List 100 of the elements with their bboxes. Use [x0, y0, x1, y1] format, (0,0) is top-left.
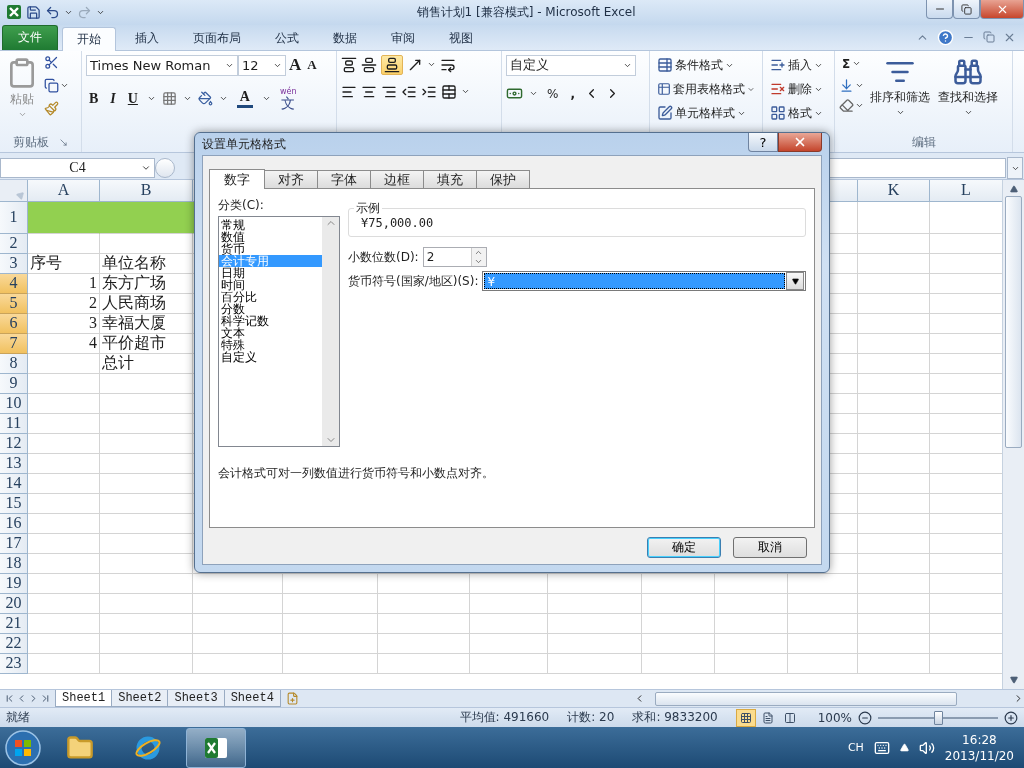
sheet-tab[interactable]: Sheet1 — [55, 690, 113, 708]
row-header[interactable]: 8 — [0, 353, 28, 374]
find-select-button[interactable]: 查找和选择 — [936, 54, 1001, 133]
row-header[interactable]: 7 — [0, 333, 28, 354]
row-header[interactable]: 21 — [0, 613, 28, 634]
column-header[interactable]: K — [858, 179, 930, 202]
align-middle-icon[interactable] — [361, 56, 377, 73]
sort-filter-button[interactable]: 排序和筛选 — [868, 54, 933, 133]
cells-button[interactable]: 插入 — [767, 54, 830, 76]
cells-button[interactable]: 格式 — [767, 102, 830, 124]
category-item[interactable]: 科学记数 — [219, 315, 322, 327]
zoom-in-icon[interactable] — [1004, 710, 1018, 725]
cells-button[interactable]: 删除 — [767, 78, 830, 100]
category-item[interactable]: 百分比 — [219, 291, 322, 303]
scroll-down-icon[interactable] — [1009, 676, 1018, 685]
row-header[interactable]: 14 — [0, 473, 28, 494]
eraser-icon[interactable] — [839, 97, 854, 113]
dialog-tab[interactable]: 字体 — [317, 170, 371, 188]
language-indicator[interactable]: CH — [847, 741, 864, 755]
number-format-field[interactable]: 自定义 — [506, 54, 636, 76]
speaker-icon[interactable] — [918, 739, 935, 756]
row-header[interactable]: 15 — [0, 493, 28, 514]
view-button[interactable] — [735, 708, 756, 727]
row-header[interactable]: 22 — [0, 633, 28, 654]
close-button[interactable] — [980, 0, 1024, 19]
dialog-tab[interactable]: 保护 — [476, 170, 530, 188]
name-box[interactable]: C4 — [0, 158, 155, 179]
copy-icon[interactable] — [44, 77, 59, 93]
row-header[interactable]: 4 — [0, 273, 28, 294]
dialog-tab[interactable]: 数字 — [209, 169, 265, 189]
dialog-tab[interactable]: 对齐 — [264, 170, 318, 188]
dropdown-button[interactable] — [786, 272, 804, 290]
scroll-thumb[interactable] — [655, 691, 957, 706]
ribbon-tab[interactable]: 视图 — [434, 25, 488, 50]
autosum-button[interactable]: Σ — [839, 54, 865, 73]
row-header[interactable]: 6 — [0, 313, 28, 334]
scroll-thumb[interactable] — [1005, 195, 1022, 448]
comma-button[interactable]: , — [567, 84, 578, 103]
formula-field[interactable] — [828, 158, 1006, 179]
align-top-icon[interactable] — [341, 56, 357, 73]
scroll-up-icon[interactable] — [1009, 184, 1018, 193]
decimals-field[interactable]: 2 — [422, 247, 487, 267]
category-item[interactable]: 自定义 — [219, 351, 322, 363]
new-sheet-icon[interactable] — [285, 692, 299, 706]
row-header[interactable]: 12 — [0, 433, 28, 454]
scissors-icon[interactable] — [44, 54, 59, 70]
style-button[interactable]: 条件格式 — [654, 54, 758, 76]
sheet-tab[interactable]: Sheet2 — [111, 690, 169, 708]
ribbon-tab[interactable]: 审阅 — [376, 25, 430, 50]
row-header[interactable]: 9 — [0, 373, 28, 394]
fill-down-icon[interactable] — [839, 77, 854, 93]
percent-button[interactable]: % — [544, 84, 562, 103]
taskbar-button[interactable] — [186, 727, 246, 768]
paint-bucket-icon[interactable] — [197, 91, 213, 107]
merge-cells-icon[interactable] — [441, 83, 457, 100]
clock[interactable]: 16:28 2013/11/20 — [944, 731, 1014, 764]
font-name-field[interactable]: Times New Roman — [86, 54, 238, 76]
category-item[interactable]: 日期 — [219, 267, 322, 279]
help-icon[interactable] — [937, 28, 954, 46]
category-item[interactable]: 货币 — [219, 243, 322, 255]
zoom-thumb[interactable] — [934, 710, 943, 725]
row-header[interactable]: 17 — [0, 533, 28, 554]
row-header[interactable]: 16 — [0, 513, 28, 534]
cancel-button[interactable]: 取消 — [733, 537, 807, 558]
save-icon[interactable] — [26, 4, 41, 20]
italic-button[interactable]: I — [107, 88, 119, 109]
ribbon-tab[interactable]: 插入 — [120, 25, 174, 50]
row-header[interactable]: 19 — [0, 573, 28, 594]
shrink-font-button[interactable]: A — [304, 55, 320, 76]
row-header[interactable]: 20 — [0, 593, 28, 614]
category-item[interactable]: 特殊 — [219, 339, 322, 351]
row-header[interactable]: 1 — [0, 201, 28, 234]
underline-button[interactable]: U — [124, 88, 141, 109]
category-list[interactable]: 常规 数值 货币 会计专用 日期 时间 百分比 分数 科学记数 文本 特殊 自定义 — [218, 216, 340, 447]
row-header[interactable]: 11 — [0, 413, 28, 434]
category-item[interactable]: 数值 — [219, 231, 322, 243]
ribbon-tab[interactable]: 开始 — [62, 26, 116, 51]
dialog-tab[interactable]: 边框 — [370, 170, 424, 188]
restore-button[interactable] — [953, 0, 980, 19]
grid-icon[interactable] — [161, 91, 177, 107]
phonetic-button[interactable]: wén 文 — [276, 84, 300, 113]
ribbon-tab[interactable]: 公式 — [260, 25, 314, 50]
start-button[interactable] — [4, 728, 42, 767]
ribbon-tab[interactable]: 页面布局 — [178, 25, 256, 50]
grow-font-button[interactable]: A — [286, 55, 305, 76]
row-header[interactable]: 13 — [0, 453, 28, 474]
column-header[interactable]: L — [930, 179, 1002, 202]
row-header[interactable]: 2 — [0, 233, 28, 254]
close-button[interactable] — [778, 133, 822, 152]
category-item[interactable]: 分数 — [219, 303, 322, 315]
minimize-button[interactable] — [926, 0, 953, 19]
font-size-field[interactable]: 12 — [238, 54, 286, 76]
align-bottom-button[interactable] — [381, 54, 403, 75]
font-color-button[interactable]: A — [233, 87, 256, 111]
row-header[interactable]: 18 — [0, 553, 28, 574]
first-sheet-icon[interactable] — [4, 693, 15, 705]
sheet-tab[interactable]: Sheet4 — [223, 690, 281, 708]
row-header[interactable]: 10 — [0, 393, 28, 414]
row-header[interactable]: 5 — [0, 293, 28, 314]
category-item[interactable]: 文本 — [219, 327, 322, 339]
